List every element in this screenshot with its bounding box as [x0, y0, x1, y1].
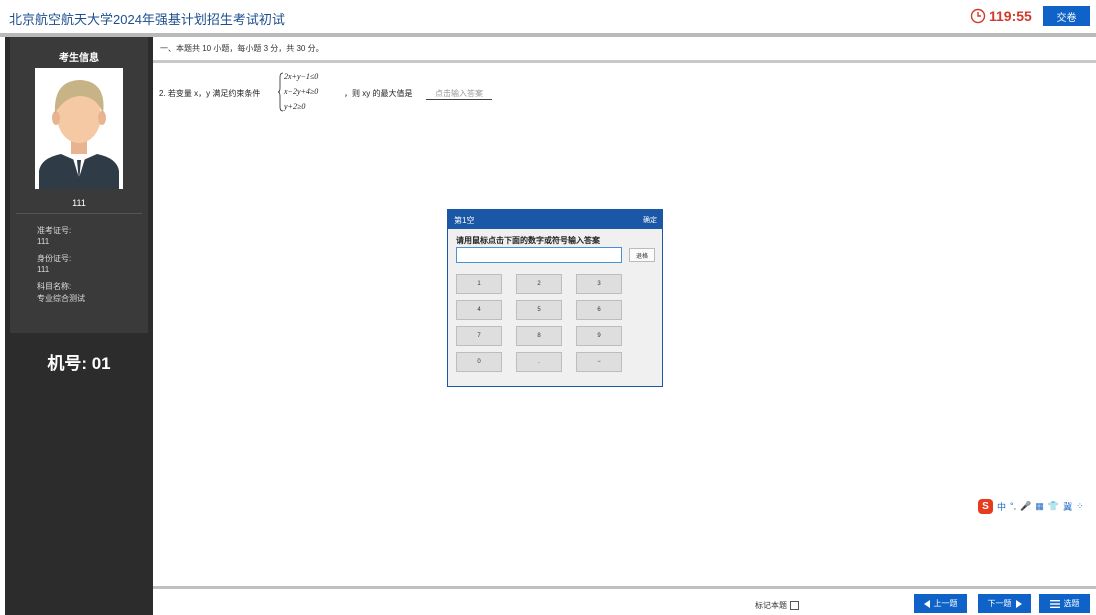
triangle-left-icon	[923, 599, 930, 608]
mark-checkbox[interactable]	[790, 601, 799, 610]
exam-title: 北京航空航天大学2024年强基计划招生考试初试	[9, 12, 285, 27]
key-7[interactable]: 7	[456, 326, 502, 346]
confirm-button[interactable]: 确定	[643, 215, 657, 225]
menu-icon	[1049, 599, 1060, 608]
dialog-header: 第1空 确定	[448, 210, 662, 229]
key-decimal[interactable]: .	[516, 352, 562, 372]
ime-tools-icon[interactable]: 冀	[1063, 500, 1072, 513]
question-suffix: ，则 xy 的最大值是	[344, 89, 413, 98]
question-prefix: 2. 若变量 x，y 满足约束条件	[159, 89, 261, 98]
key-1[interactable]: 1	[456, 274, 502, 294]
next-question-label: 下一题	[987, 599, 1012, 608]
id-card-label: 身份证号:	[37, 254, 72, 263]
countdown-timer: 119:55	[970, 5, 1032, 27]
sidebar: 考生信息 111 准考证号: 111 身份证号: 111 科目名称: 专业综合测…	[5, 37, 153, 615]
section-instructions: 一、本题共 10 小题，每小题 3 分，共 30 分。	[160, 44, 324, 53]
machine-number: 机号: 01	[47, 354, 111, 373]
key-8[interactable]: 8	[516, 326, 562, 346]
submit-exam-button[interactable]: 交卷	[1043, 6, 1090, 26]
footer-divider	[153, 586, 1096, 589]
section-header: 一、本题共 10 小题，每小题 3 分，共 30 分。	[153, 37, 1096, 60]
exam-id-value: 111	[37, 237, 50, 246]
key-2[interactable]: 2	[516, 274, 562, 294]
key-minus[interactable]: −	[576, 352, 622, 372]
key-5[interactable]: 5	[516, 300, 562, 320]
answer-blank[interactable]: 点击输入答案	[426, 88, 492, 100]
constraint-2: x−2y+4≥0	[284, 87, 319, 96]
ime-skin-icon[interactable]: 👕	[1048, 501, 1059, 512]
keypad-prompt: 请用鼠标点击下面的数字或符号输入答案	[456, 236, 600, 245]
dialog-title: 第1空	[454, 216, 475, 225]
id-card-value: 111	[37, 265, 50, 274]
exam-id-label: 准考证号:	[37, 226, 72, 235]
key-6[interactable]: 6	[576, 300, 622, 320]
ime-microphone-icon[interactable]: 🎤	[1020, 501, 1031, 512]
select-question-button[interactable]: 选题	[1039, 594, 1090, 613]
clock-icon	[970, 8, 986, 24]
ime-chinese-mode[interactable]: 中	[997, 500, 1006, 513]
prev-question-button[interactable]: 上一题	[914, 594, 967, 613]
triangle-right-icon	[1015, 599, 1022, 608]
constraint-1: 2x+y−1≤0	[284, 72, 319, 81]
subject-label: 科目名称:	[37, 282, 72, 291]
user-avatar-icon	[35, 68, 123, 189]
next-question-button[interactable]: 下一题	[978, 594, 1031, 613]
candidate-info-title: 考生信息	[59, 53, 99, 64]
key-0[interactable]: 0	[456, 352, 502, 372]
candidate-info-panel: 考生信息 111 准考证号: 111 身份证号: 111 科目名称: 专业综合测…	[10, 37, 148, 333]
ime-keyboard-icon[interactable]: ▦	[1035, 501, 1044, 512]
ime-menu-icon[interactable]: ⁘	[1076, 501, 1084, 512]
constraint-3: y+2≥0	[284, 102, 306, 111]
select-question-label: 选题	[1063, 599, 1080, 608]
key-3[interactable]: 3	[576, 274, 622, 294]
answer-input[interactable]	[456, 247, 622, 263]
timer-text: 119:55	[989, 8, 1032, 24]
candidate-name: 111	[72, 198, 86, 208]
sogou-logo-icon[interactable]: S	[978, 498, 993, 514]
subject-value: 专业综合测试	[37, 294, 85, 303]
mark-question-label: 标记本题	[755, 601, 787, 610]
avatar	[35, 68, 123, 189]
ime-toolbar: S 中 °, 🎤 ▦ 👕 冀 ⁘	[978, 497, 1084, 515]
answer-keypad-dialog: 第1空 确定 请用鼠标点击下面的数字或符号输入答案 退格 1 2 3 4 5 6…	[447, 209, 663, 387]
prev-question-label: 上一题	[933, 599, 958, 608]
backspace-button[interactable]: 退格	[629, 248, 655, 262]
info-divider	[16, 213, 142, 214]
section-divider	[153, 60, 1096, 63]
key-4[interactable]: 4	[456, 300, 502, 320]
key-9[interactable]: 9	[576, 326, 622, 346]
ime-punctuation-icon[interactable]: °,	[1010, 501, 1016, 511]
header-bar: 北京航空航天大学2024年强基计划招生考试初试 119:55 交卷	[0, 0, 1096, 33]
mark-question-toggle[interactable]: 标记本题	[755, 600, 799, 611]
